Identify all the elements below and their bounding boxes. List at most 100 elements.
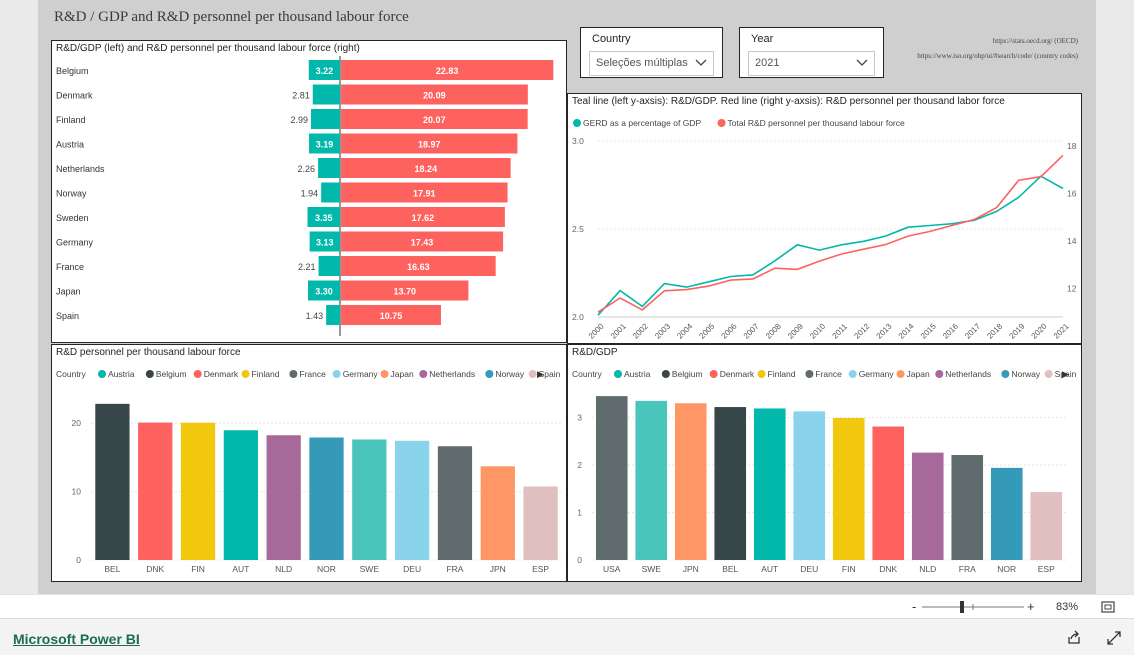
x-tick-label: ESP (1038, 564, 1055, 574)
bar (990, 467, 1023, 560)
diverging-bar-panel[interactable]: R&D/GDP (left) and R&D personnel per tho… (51, 40, 567, 343)
y-right-tick-label: 16 (1067, 188, 1077, 198)
y-left-tick-label: 3.0 (572, 136, 584, 146)
bar (714, 407, 747, 560)
bar (872, 426, 905, 560)
category-label: Sweden (56, 213, 89, 223)
x-tick-label: 2008 (764, 321, 783, 340)
bar (832, 417, 865, 560)
y-right-tick-label: 18 (1067, 141, 1077, 151)
x-tick-label: BEL (104, 564, 120, 574)
gdp-bar-panel[interactable]: R&D/GDP Country Austria Belgium Denmark Finl… (567, 344, 1082, 582)
personnel-data-label: 18.24 (415, 164, 438, 174)
bar (635, 400, 668, 560)
personnel-data-label: 17.43 (411, 238, 434, 248)
bar (352, 439, 387, 560)
y-tick-label: 1 (577, 508, 582, 518)
year-dropdown-value: 2021 (755, 57, 780, 69)
x-tick-label: 2016 (941, 321, 960, 340)
x-tick-label: ESP (532, 564, 549, 574)
legend-marker (1044, 370, 1053, 378)
x-tick-label: SWE (360, 564, 380, 574)
source-link-iso[interactable]: https://www.iso.org/obp/ui/#search/code/… (838, 52, 1078, 60)
personnel-bar-panel[interactable]: R&D personnel per thousand labour force … (51, 344, 567, 582)
rd-gdp-data-label: 3.30 (315, 287, 333, 297)
rd-gdp-bar (312, 84, 340, 105)
legend-marker (289, 370, 298, 378)
x-tick-label: AUT (761, 564, 778, 574)
x-tick-label: DNK (146, 564, 164, 574)
source-link-oecd[interactable]: https://stats.oecd.org/ (OECD) (878, 37, 1078, 45)
series-line (597, 175, 1064, 316)
x-tick-label: FRA (959, 564, 976, 574)
zoom-level: 83% (1056, 601, 1079, 613)
category-label: Denmark (56, 91, 93, 101)
legend-marker (896, 370, 905, 378)
y-right-tick-label: 12 (1067, 283, 1077, 293)
personnel-data-label: 13.70 (393, 287, 416, 297)
y-tick-label: 2 (577, 460, 582, 470)
zoom-out-button[interactable]: - (912, 599, 916, 614)
x-tick-label: SWE (642, 564, 662, 574)
gdp-bar-chart: Country Austria Belgium Denmark Finland Franc… (572, 369, 1077, 574)
rd-gdp-data-label: 2.81 (292, 91, 310, 101)
x-tick-label: 2004 (675, 321, 694, 340)
zoom-slider[interactable]: - + (908, 599, 1042, 615)
share-icon[interactable] (1066, 630, 1082, 646)
bar (395, 440, 430, 560)
trend-line-panel[interactable]: Teal line (left y-axsis): R&D/GDP. Red l… (567, 93, 1082, 344)
zoom-slider-handle[interactable] (960, 601, 964, 613)
legend-label: Norway (495, 369, 525, 379)
x-tick-label: BEL (722, 564, 738, 574)
personnel-data-label: 18.97 (418, 140, 441, 150)
legend-marker (1001, 370, 1010, 378)
legend-label: Belgium (672, 369, 703, 379)
category-label: Norway (56, 189, 87, 199)
x-tick-label: FIN (842, 564, 856, 574)
legend-marker (757, 370, 766, 378)
zoom-in-button[interactable]: + (1027, 599, 1035, 614)
rd-gdp-bar (310, 109, 340, 129)
legend-marker (935, 370, 944, 378)
x-tick-label: 2001 (609, 321, 628, 340)
personnel-data-label: 17.91 (413, 189, 436, 199)
x-tick-label: 2002 (631, 321, 650, 340)
power-bi-link[interactable]: Microsoft Power BI (13, 631, 140, 647)
fit-to-page-icon[interactable] (1100, 600, 1116, 614)
x-tick-label: DEU (403, 564, 421, 574)
bar (911, 452, 944, 560)
legend-marker (528, 370, 537, 378)
country-slicer[interactable]: Country Seleções múltiplas (580, 27, 723, 78)
x-tick-label: 2014 (897, 321, 916, 340)
x-tick-label: JPN (683, 564, 699, 574)
x-tick-label: DNK (879, 564, 897, 574)
x-tick-label: USA (603, 564, 621, 574)
fullscreen-icon[interactable] (1106, 630, 1122, 646)
year-slicer-label: Year (751, 33, 774, 45)
y-right-tick-label: 14 (1067, 236, 1077, 246)
x-tick-label: 2007 (742, 321, 761, 340)
legend-marker (614, 370, 622, 378)
legend-next-icon: ▶ (1062, 369, 1069, 379)
legend-label: Finland (768, 369, 796, 379)
personnel-data-label: 16.63 (407, 262, 430, 272)
x-tick-label: NOR (997, 564, 1016, 574)
personnel-data-label: 10.75 (380, 311, 403, 321)
legend-label: GERD as a percentage of GDP (583, 118, 701, 128)
rd-gdp-data-label: 2.26 (298, 164, 316, 174)
x-tick-label: 2019 (1007, 321, 1026, 340)
legend-marker (193, 370, 202, 378)
legend-marker (485, 370, 494, 378)
legend-label: Denmark (204, 369, 239, 379)
chevron-down-icon[interactable] (695, 56, 707, 68)
bar (793, 411, 826, 560)
x-tick-label: 2005 (697, 321, 716, 340)
x-tick-label: NOR (317, 564, 336, 574)
legend-label: Austria (108, 369, 135, 379)
legend-title: Country (572, 369, 603, 379)
bar (309, 437, 344, 560)
personnel-data-label: 20.09 (423, 91, 446, 101)
category-label: Germany (56, 238, 94, 248)
x-tick-label: 2011 (831, 322, 850, 341)
country-dropdown[interactable]: Seleções múltiplas (589, 51, 714, 76)
